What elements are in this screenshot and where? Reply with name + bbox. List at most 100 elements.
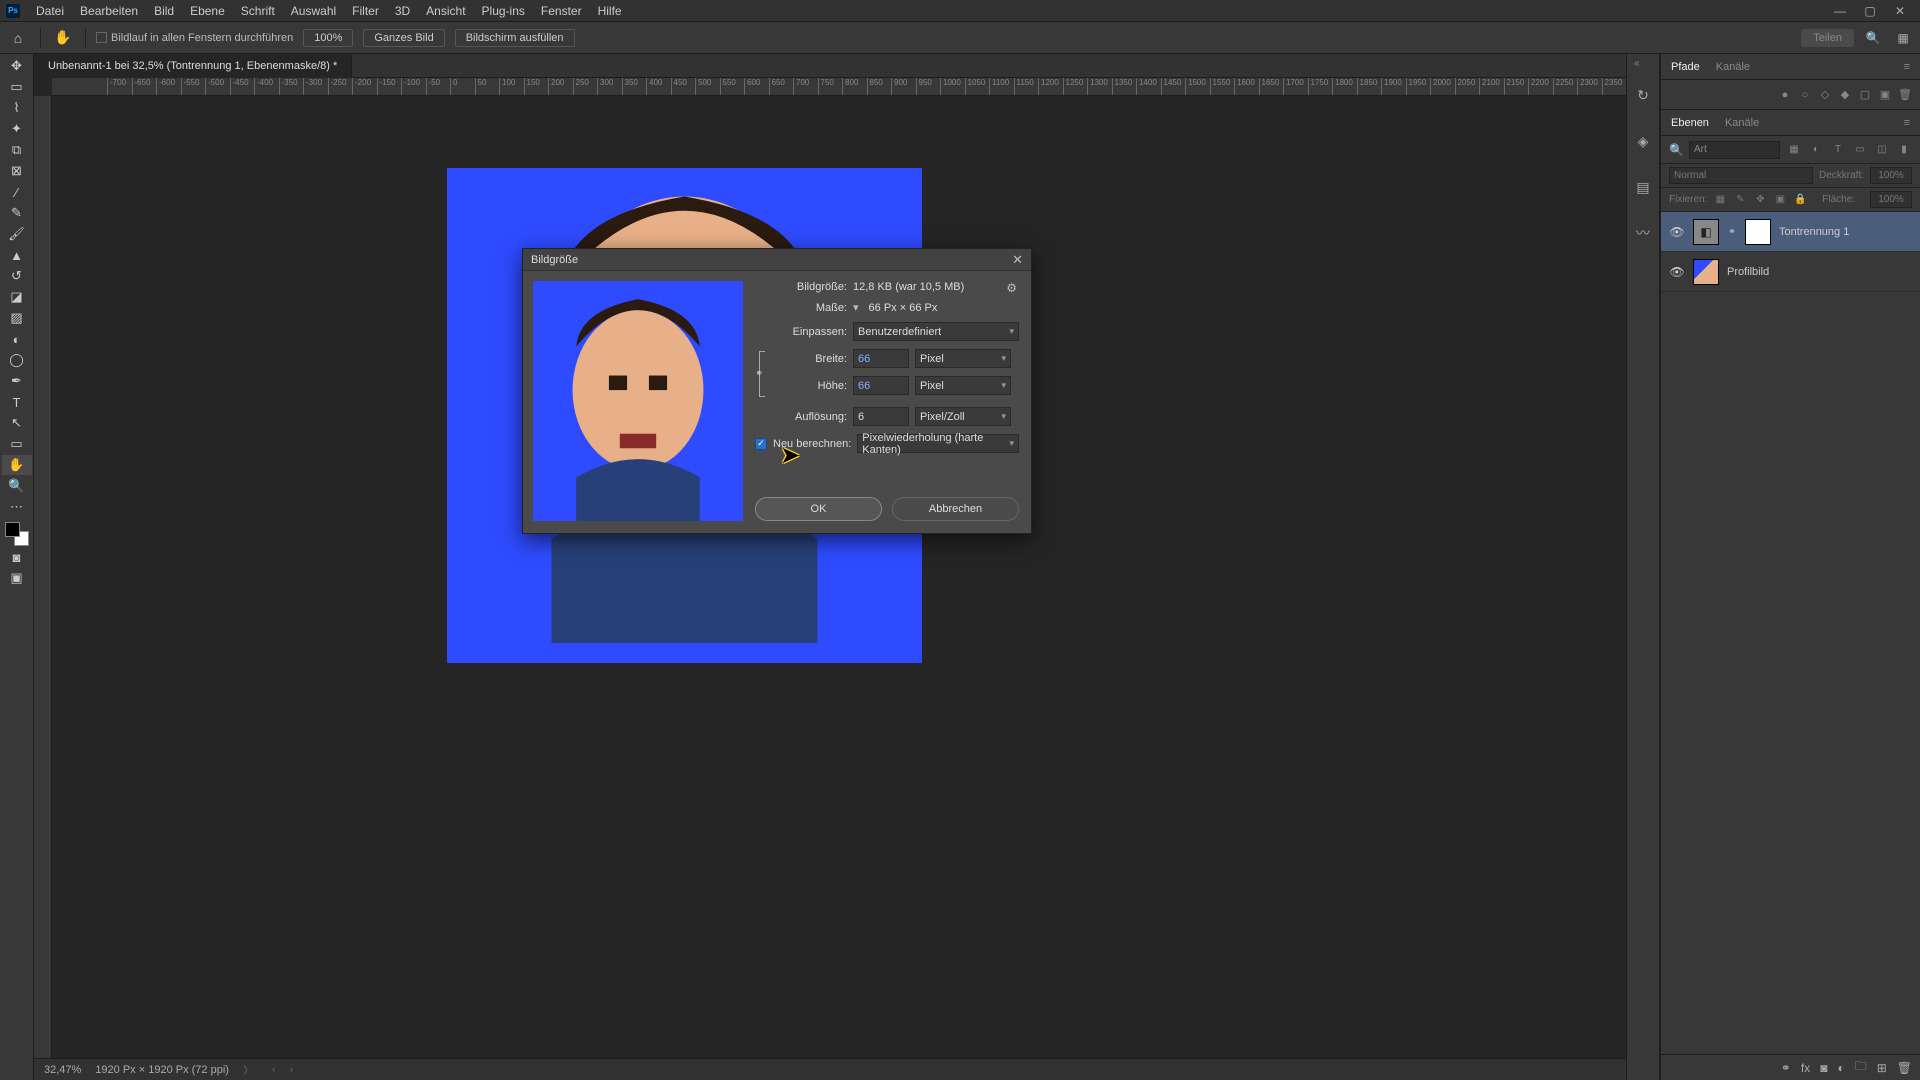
- hand-tool-icon[interactable]: ✋: [51, 26, 75, 50]
- adj-square2-icon[interactable]: ▣: [1878, 88, 1892, 102]
- menu-datei[interactable]: Datei: [28, 0, 72, 22]
- share-button[interactable]: Teilen: [1801, 29, 1854, 47]
- fx-icon[interactable]: fx: [1801, 1061, 1810, 1075]
- layer-name[interactable]: Tontrennung 1: [1779, 226, 1849, 238]
- magic-wand-tool[interactable]: ✦: [2, 119, 32, 139]
- adj-diamond2-icon[interactable]: ◆: [1838, 88, 1852, 102]
- tab-paths[interactable]: Pfade: [1671, 61, 1700, 73]
- gear-icon[interactable]: ⚙: [1006, 281, 1017, 295]
- filter-adjust-icon[interactable]: ◐: [1808, 142, 1824, 158]
- menu-ebene[interactable]: Ebene: [182, 0, 233, 22]
- fit-screen-button[interactable]: Ganzes Bild: [363, 29, 444, 47]
- fill-screen-button[interactable]: Bildschirm ausfüllen: [455, 29, 575, 47]
- status-zoom[interactable]: 32,47%: [44, 1064, 81, 1076]
- adj-ring-icon[interactable]: ○: [1798, 88, 1812, 102]
- lock-all-icon[interactable]: 🔒: [1793, 194, 1807, 205]
- pen-tool[interactable]: ✒: [2, 371, 32, 391]
- width-unit-dropdown[interactable]: Pixel: [915, 349, 1011, 368]
- clone-stamp-tool[interactable]: ▲: [2, 245, 32, 265]
- opacity-input[interactable]: 100%: [1870, 167, 1912, 184]
- link-layers-icon[interactable]: ⚭: [1781, 1061, 1791, 1075]
- collapse-icon[interactable]: «: [1634, 58, 1640, 69]
- adj-circle-icon[interactable]: ●: [1778, 88, 1792, 102]
- filter-pixel-icon[interactable]: ▦: [1786, 142, 1802, 158]
- lock-transparency-icon[interactable]: ▦: [1713, 194, 1727, 205]
- resample-checkbox[interactable]: ✓: [755, 438, 767, 450]
- zoom-100-button[interactable]: 100%: [303, 29, 353, 47]
- resolution-input[interactable]: [853, 407, 909, 426]
- move-tool[interactable]: ✥: [2, 56, 32, 76]
- dialog-close-icon[interactable]: ✕: [1012, 252, 1023, 268]
- quick-mask-tool[interactable]: ◙: [2, 547, 32, 567]
- status-docinfo[interactable]: 1920 Px × 1920 Px (72 ppi): [95, 1064, 229, 1076]
- dodge-tool[interactable]: ◯: [2, 350, 32, 370]
- resolution-unit-dropdown[interactable]: Pixel/Zoll: [915, 407, 1011, 426]
- brush-tool[interactable]: 🖌: [2, 224, 32, 244]
- filter-kind-dropdown[interactable]: Art: [1689, 141, 1780, 159]
- menu-plugins[interactable]: Plug-ins: [474, 0, 533, 22]
- menu-hilfe[interactable]: Hilfe: [590, 0, 630, 22]
- visibility-icon[interactable]: 👁: [1669, 225, 1685, 239]
- menu-bearbeiten[interactable]: Bearbeiten: [72, 0, 146, 22]
- hand-tool[interactable]: ✋: [2, 455, 32, 475]
- path-selection-tool[interactable]: ↖: [2, 413, 32, 433]
- menu-ansicht[interactable]: Ansicht: [418, 0, 473, 22]
- lasso-tool[interactable]: ⌇: [2, 98, 32, 118]
- frame-tool[interactable]: ⊠: [2, 161, 32, 181]
- workspace-icon[interactable]: ▦: [1892, 27, 1914, 49]
- search-icon[interactable]: 🔍: [1862, 27, 1884, 49]
- menu-filter[interactable]: Filter: [344, 0, 387, 22]
- status-arrow-icon[interactable]: 〉: [243, 1062, 254, 1078]
- status-prev-icon[interactable]: ‹: [272, 1064, 276, 1076]
- lock-artboard-icon[interactable]: ▣: [1773, 194, 1787, 205]
- layer-row[interactable]: 👁 Profilbild: [1661, 252, 1920, 292]
- panel-menu-icon[interactable]: ≡: [1904, 117, 1910, 129]
- adjustment-layer-icon[interactable]: ◐: [1837, 1061, 1844, 1075]
- minimize-icon[interactable]: —: [1826, 0, 1854, 22]
- canvas[interactable]: Bildgröße ✕ ⚙: [52, 96, 1626, 1058]
- status-next-icon[interactable]: ›: [290, 1064, 294, 1076]
- filter-shape-icon[interactable]: ▭: [1852, 142, 1868, 158]
- type-tool[interactable]: T: [2, 392, 32, 412]
- layers-panel-icon[interactable]: ◈: [1632, 130, 1654, 152]
- scroll-all-windows-checkbox[interactable]: Bildlauf in allen Fenstern durchführen: [96, 32, 293, 44]
- menu-schrift[interactable]: Schrift: [233, 0, 283, 22]
- tab-channels[interactable]: Kanäle: [1725, 117, 1759, 129]
- document-tab[interactable]: Unbenannt-1 bei 32,5% (Tontrennung 1, Eb…: [34, 54, 352, 78]
- menu-fenster[interactable]: Fenster: [533, 0, 590, 22]
- crop-tool[interactable]: ⧉: [2, 140, 32, 160]
- menu-3d[interactable]: 3D: [387, 0, 418, 22]
- group-icon[interactable]: 🗀: [1855, 1057, 1867, 1078]
- blur-tool[interactable]: ◐: [2, 329, 32, 349]
- adj-trash-icon[interactable]: 🗑: [1898, 88, 1912, 102]
- home-icon[interactable]: ⌂: [6, 26, 30, 50]
- visibility-icon[interactable]: 👁: [1669, 265, 1685, 279]
- zoom-tool[interactable]: 🔍: [2, 476, 32, 496]
- adj-diamond-icon[interactable]: ◇: [1818, 88, 1832, 102]
- adjustment-thumb[interactable]: ◧: [1693, 219, 1719, 245]
- properties-panel-icon[interactable]: ▤: [1632, 176, 1654, 198]
- foreground-color[interactable]: [5, 522, 20, 537]
- panel-menu-icon[interactable]: ≡: [1904, 61, 1910, 73]
- menu-bild[interactable]: Bild: [146, 0, 182, 22]
- healing-brush-tool[interactable]: ✎: [2, 203, 32, 223]
- cancel-button[interactable]: Abbrechen: [892, 497, 1019, 521]
- color-swatch[interactable]: [5, 522, 29, 546]
- maximize-icon[interactable]: ▢: [1856, 0, 1884, 22]
- eraser-tool[interactable]: ◪: [2, 287, 32, 307]
- search-icon[interactable]: 🔍: [1669, 143, 1683, 157]
- filter-toggle-icon[interactable]: ▮: [1896, 142, 1912, 158]
- width-input[interactable]: [853, 349, 909, 368]
- history-panel-icon[interactable]: ↻: [1632, 84, 1654, 106]
- screen-mode-tool[interactable]: ▣: [2, 568, 32, 588]
- layer-row[interactable]: 👁 ◧ ⚭ Tontrennung 1: [1661, 212, 1920, 252]
- resample-method-dropdown[interactable]: Pixelwiederholung (harte Kanten): [857, 434, 1019, 453]
- close-icon[interactable]: ✕: [1886, 0, 1914, 22]
- fill-input[interactable]: 100%: [1870, 191, 1912, 208]
- dialog-titlebar[interactable]: Bildgröße ✕: [523, 249, 1031, 271]
- lock-pixels-icon[interactable]: ✎: [1733, 194, 1747, 205]
- layer-mask-thumb[interactable]: [1745, 219, 1771, 245]
- history-brush-tool[interactable]: ↺: [2, 266, 32, 286]
- adjustments-panel-icon[interactable]: 〰: [1632, 222, 1654, 244]
- height-unit-dropdown[interactable]: Pixel: [915, 376, 1011, 395]
